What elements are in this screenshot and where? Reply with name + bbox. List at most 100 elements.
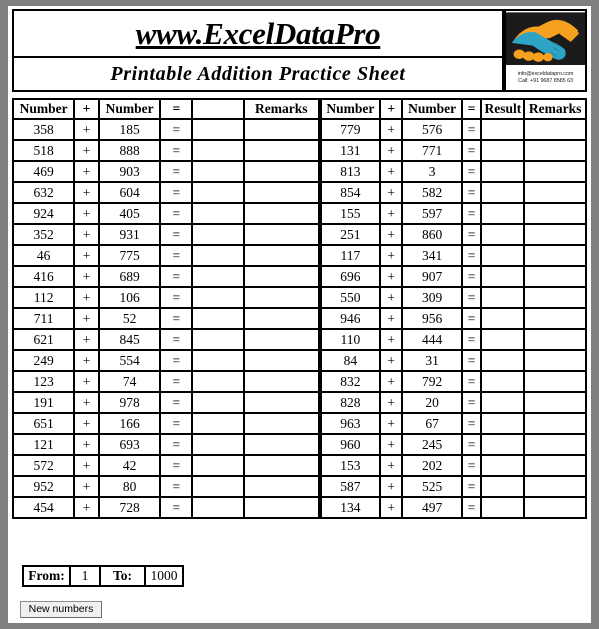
from-input[interactable]: 1 bbox=[69, 565, 101, 587]
result-cell[interactable] bbox=[480, 286, 526, 309]
result-cell[interactable] bbox=[191, 181, 245, 204]
result-cell[interactable] bbox=[480, 244, 526, 267]
result-cell[interactable] bbox=[480, 328, 526, 351]
result-cell[interactable] bbox=[480, 202, 526, 225]
operand-b: 52 bbox=[97, 307, 162, 330]
remarks-cell[interactable] bbox=[523, 475, 587, 498]
remarks-cell[interactable] bbox=[242, 433, 320, 456]
operator: + bbox=[73, 139, 100, 162]
remarks-cell[interactable] bbox=[523, 286, 587, 309]
remarks-cell[interactable] bbox=[523, 118, 587, 141]
result-cell[interactable] bbox=[191, 328, 245, 351]
column-header-2: + bbox=[73, 98, 100, 120]
remarks-cell[interactable] bbox=[242, 139, 320, 162]
result-cell[interactable] bbox=[480, 181, 526, 204]
result-cell[interactable] bbox=[480, 307, 526, 330]
equals-sign: = bbox=[460, 370, 483, 393]
result-cell[interactable] bbox=[191, 496, 245, 519]
operand-a: 946 bbox=[319, 307, 382, 330]
result-cell[interactable] bbox=[191, 223, 245, 246]
result-cell[interactable] bbox=[480, 475, 526, 498]
column-header-1: Number bbox=[319, 98, 382, 120]
operator: + bbox=[73, 454, 100, 477]
remarks-cell[interactable] bbox=[242, 391, 320, 414]
column-header-6: Remarks bbox=[523, 98, 587, 120]
result-cell[interactable] bbox=[191, 118, 245, 141]
operand-a: 711 bbox=[11, 307, 76, 330]
result-cell[interactable] bbox=[191, 244, 245, 267]
result-cell[interactable] bbox=[191, 391, 245, 414]
result-cell[interactable] bbox=[480, 496, 526, 519]
remarks-cell[interactable] bbox=[242, 244, 320, 267]
result-cell[interactable] bbox=[480, 391, 526, 414]
remarks-cell[interactable] bbox=[523, 181, 587, 204]
result-cell[interactable] bbox=[480, 118, 526, 141]
remarks-cell[interactable] bbox=[242, 160, 320, 183]
remarks-cell[interactable] bbox=[523, 223, 587, 246]
remarks-cell[interactable] bbox=[523, 433, 587, 456]
result-cell[interactable] bbox=[480, 454, 526, 477]
result-cell[interactable] bbox=[191, 202, 245, 225]
remarks-cell[interactable] bbox=[523, 370, 587, 393]
result-cell[interactable] bbox=[191, 265, 245, 288]
remarks-cell[interactable] bbox=[242, 370, 320, 393]
remarks-cell[interactable] bbox=[523, 496, 587, 519]
result-cell[interactable] bbox=[191, 286, 245, 309]
result-cell[interactable] bbox=[480, 139, 526, 162]
result-cell[interactable] bbox=[480, 370, 526, 393]
table-row: 416 +689 = bbox=[11, 265, 320, 288]
result-cell[interactable] bbox=[480, 223, 526, 246]
result-cell[interactable] bbox=[480, 433, 526, 456]
remarks-cell[interactable] bbox=[242, 202, 320, 225]
remarks-cell[interactable] bbox=[242, 475, 320, 498]
equals-sign: = bbox=[159, 265, 194, 288]
table-row: 696 +907 = bbox=[319, 265, 587, 288]
result-cell[interactable] bbox=[191, 307, 245, 330]
result-cell[interactable] bbox=[191, 349, 245, 372]
remarks-cell[interactable] bbox=[242, 454, 320, 477]
to-input[interactable]: 1000 bbox=[144, 565, 184, 587]
operand-b: 978 bbox=[97, 391, 162, 414]
remarks-cell[interactable] bbox=[523, 202, 587, 225]
to-label: To: bbox=[99, 565, 146, 587]
result-cell[interactable] bbox=[191, 454, 245, 477]
remarks-cell[interactable] bbox=[523, 412, 587, 435]
remarks-cell[interactable] bbox=[242, 265, 320, 288]
equals-sign: = bbox=[460, 223, 483, 246]
remarks-cell[interactable] bbox=[523, 391, 587, 414]
result-cell[interactable] bbox=[191, 370, 245, 393]
result-cell[interactable] bbox=[191, 475, 245, 498]
remarks-cell[interactable] bbox=[523, 349, 587, 372]
remarks-cell[interactable] bbox=[523, 244, 587, 267]
result-cell[interactable] bbox=[191, 412, 245, 435]
result-cell[interactable] bbox=[480, 349, 526, 372]
remarks-cell[interactable] bbox=[242, 328, 320, 351]
remarks-cell[interactable] bbox=[242, 412, 320, 435]
remarks-cell[interactable] bbox=[523, 328, 587, 351]
equals-sign: = bbox=[460, 475, 483, 498]
table-row: 960 +245 = bbox=[319, 433, 587, 456]
operand-b: 771 bbox=[401, 139, 463, 162]
remarks-cell[interactable] bbox=[242, 118, 320, 141]
remarks-cell[interactable] bbox=[242, 181, 320, 204]
remarks-cell[interactable] bbox=[523, 454, 587, 477]
remarks-cell[interactable] bbox=[242, 496, 320, 519]
new-numbers-button[interactable]: New numbers bbox=[20, 601, 102, 618]
remarks-cell[interactable] bbox=[242, 349, 320, 372]
equals-sign: = bbox=[159, 118, 194, 141]
result-cell[interactable] bbox=[480, 265, 526, 288]
remarks-cell[interactable] bbox=[242, 223, 320, 246]
result-cell[interactable] bbox=[480, 160, 526, 183]
remarks-cell[interactable] bbox=[523, 139, 587, 162]
result-cell[interactable] bbox=[191, 160, 245, 183]
result-cell[interactable] bbox=[191, 433, 245, 456]
remarks-cell[interactable] bbox=[523, 265, 587, 288]
result-cell[interactable] bbox=[480, 412, 526, 435]
remarks-cell[interactable] bbox=[242, 307, 320, 330]
remarks-cell[interactable] bbox=[523, 160, 587, 183]
result-cell[interactable] bbox=[191, 139, 245, 162]
operand-b: 582 bbox=[401, 181, 463, 204]
remarks-cell[interactable] bbox=[523, 307, 587, 330]
remarks-cell[interactable] bbox=[242, 286, 320, 309]
equals-sign: = bbox=[460, 349, 483, 372]
